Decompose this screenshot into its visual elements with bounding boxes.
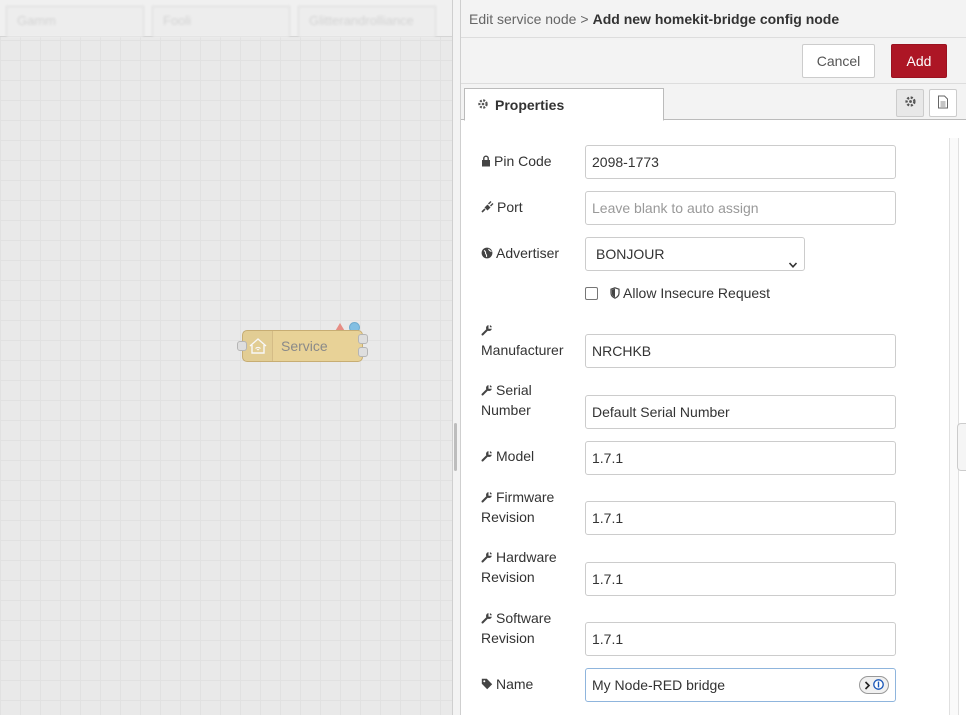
chevron-right-icon bbox=[864, 669, 871, 701]
manufacturer-input[interactable]: NRCHKB bbox=[585, 334, 896, 368]
software-revision-label: Software Revision bbox=[481, 610, 552, 646]
cancel-button[interactable]: Cancel bbox=[802, 44, 875, 78]
tab-properties[interactable]: Properties bbox=[464, 88, 664, 121]
tray-toolbar: Cancel Add bbox=[461, 38, 966, 84]
flow-workspace[interactable]: Gamm Fooli Glitterandrolliance Service bbox=[0, 0, 452, 715]
chevron-down-icon bbox=[788, 249, 798, 281]
wrench-icon bbox=[481, 549, 496, 565]
name-label: Name bbox=[481, 674, 577, 694]
tray-resize-handle[interactable] bbox=[957, 423, 966, 471]
globe-icon bbox=[481, 245, 496, 261]
allow-insecure-label[interactable]: Allow Insecure Request bbox=[610, 284, 770, 302]
firmware-revision-input[interactable]: 1.7.1 bbox=[585, 501, 896, 535]
password-manager-button[interactable] bbox=[859, 676, 889, 694]
tag-icon bbox=[481, 676, 496, 692]
lock-icon bbox=[481, 153, 494, 169]
name-input[interactable]: My Node-RED bridge bbox=[585, 668, 896, 702]
name-input-value: My Node-RED bridge bbox=[592, 677, 726, 693]
node-properties-button[interactable] bbox=[896, 89, 924, 117]
plug-icon bbox=[481, 199, 497, 215]
gear-icon bbox=[904, 95, 917, 111]
properties-form: Pin Code 2098-1773 Port Leave blank to a… bbox=[461, 121, 966, 715]
pin-code-input[interactable]: 2098-1773 bbox=[585, 145, 896, 179]
port-input[interactable]: Leave blank to auto assign bbox=[585, 191, 896, 225]
wrench-icon bbox=[481, 382, 496, 398]
file-icon bbox=[937, 95, 949, 112]
info-icon bbox=[873, 669, 884, 701]
shield-icon bbox=[610, 285, 623, 301]
wrench-icon bbox=[481, 489, 496, 505]
allow-insecure-checkbox[interactable] bbox=[585, 287, 598, 300]
hardware-revision-label: Hardware Revision bbox=[481, 549, 557, 585]
advertiser-selected-value: BONJOUR bbox=[596, 246, 665, 262]
breadcrumb-current: Add new homekit-bridge config node bbox=[592, 11, 840, 27]
serial-number-label: Serial Number bbox=[481, 382, 532, 418]
breadcrumb-separator: > bbox=[580, 11, 589, 27]
wrench-icon bbox=[481, 610, 496, 626]
serial-number-input[interactable]: Default Serial Number bbox=[585, 395, 896, 429]
advertiser-label: Advertiser bbox=[481, 243, 577, 263]
tray-splitter[interactable] bbox=[452, 0, 460, 715]
tab-label: Properties bbox=[495, 96, 565, 113]
gear-icon bbox=[477, 90, 489, 120]
edit-tray: Edit service node > Add new homekit-bridge… bbox=[460, 0, 966, 715]
model-input[interactable]: 1.7.1 bbox=[585, 441, 896, 475]
tray-tab-bar: Properties bbox=[461, 84, 966, 121]
hardware-revision-input[interactable]: 1.7.1 bbox=[585, 562, 896, 596]
pin-code-label: Pin Code bbox=[481, 151, 577, 171]
model-label: Model bbox=[481, 446, 577, 466]
firmware-revision-label: Firmware Revision bbox=[481, 489, 555, 525]
breadcrumb: Edit service node > Add new homekit-bridge… bbox=[461, 0, 966, 38]
add-button[interactable]: Add bbox=[891, 44, 947, 78]
wrench-icon bbox=[481, 322, 496, 338]
breadcrumb-parent[interactable]: Edit service node bbox=[469, 11, 576, 27]
advertiser-select[interactable]: BONJOUR bbox=[585, 237, 805, 271]
workspace-dim-overlay bbox=[0, 0, 452, 715]
node-description-button[interactable] bbox=[929, 89, 957, 117]
splitter-handle[interactable] bbox=[454, 423, 457, 471]
software-revision-input[interactable]: 1.7.1 bbox=[585, 622, 896, 656]
port-label: Port bbox=[481, 197, 577, 217]
manufacturer-label: Manufacturer bbox=[481, 320, 577, 360]
wrench-icon bbox=[481, 448, 496, 464]
